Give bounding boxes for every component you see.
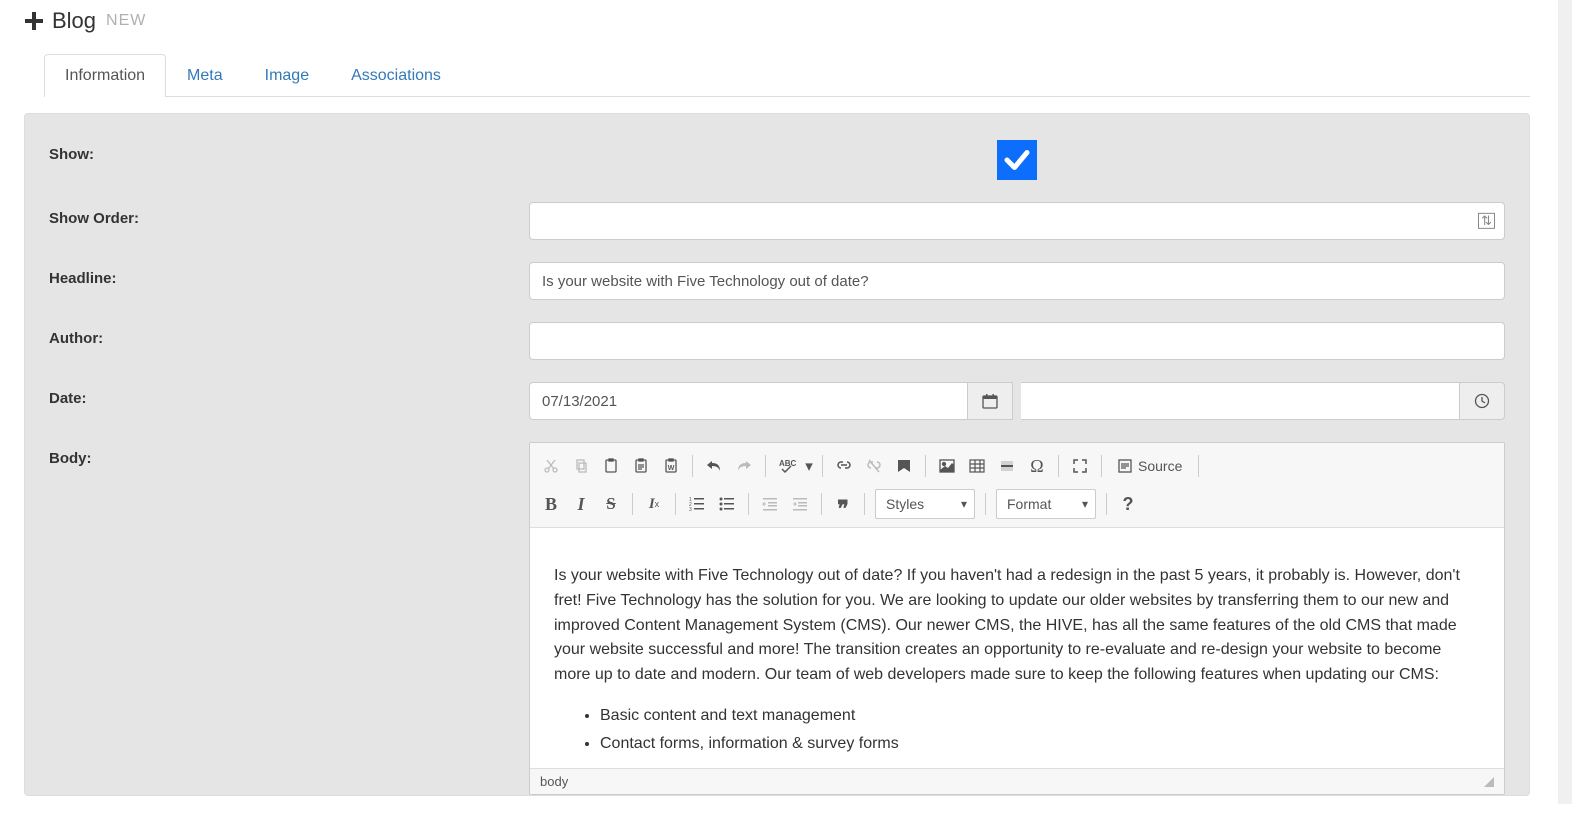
label-date: Date: (49, 382, 529, 407)
outdent-icon[interactable] (755, 489, 785, 519)
separator (925, 455, 926, 477)
undo-icon[interactable] (699, 451, 729, 481)
label-headline: Headline: (49, 262, 529, 287)
source-button[interactable]: Source (1108, 451, 1192, 481)
resize-handle-icon[interactable] (1484, 777, 1494, 787)
anchor-icon[interactable] (889, 451, 919, 481)
blockquote-icon[interactable]: ❞ (828, 489, 858, 519)
headline-input[interactable] (529, 262, 1505, 300)
separator (864, 493, 865, 515)
author-input[interactable] (529, 322, 1505, 360)
maximize-icon[interactable] (1065, 451, 1095, 481)
tab-information[interactable]: Information (44, 54, 166, 97)
paste-icon[interactable] (596, 451, 626, 481)
list-item: Contact forms, information & survey form… (600, 732, 1480, 757)
separator (1198, 455, 1199, 477)
tabs: Information Meta Image Associations (44, 54, 1530, 97)
paste-word-icon[interactable]: W (656, 451, 686, 481)
page-title: Blog (52, 8, 96, 34)
page-badge: NEW (106, 12, 146, 30)
body-paragraph: Is your website with Five Technology out… (554, 564, 1480, 688)
tab-meta[interactable]: Meta (166, 54, 244, 97)
editor-body[interactable]: Is your website with Five Technology out… (530, 528, 1504, 768)
label-author: Author: (49, 322, 529, 347)
styles-select[interactable]: Styles (875, 489, 975, 519)
separator (1101, 455, 1102, 477)
separator (1058, 455, 1059, 477)
separator (748, 493, 749, 515)
cut-icon[interactable] (536, 451, 566, 481)
tab-image[interactable]: Image (244, 54, 330, 97)
format-select[interactable]: Format (996, 489, 1096, 519)
calendar-icon[interactable] (967, 382, 1013, 420)
show-order-input[interactable] (529, 202, 1505, 240)
source-label: Source (1138, 458, 1182, 474)
italic-icon[interactable]: I (566, 489, 596, 519)
label-body: Body: (49, 442, 529, 467)
clock-icon[interactable] (1459, 382, 1505, 420)
unlink-icon[interactable] (859, 451, 889, 481)
date-input[interactable] (529, 382, 967, 420)
separator (1106, 493, 1107, 515)
page-scrollbar[interactable] (1558, 0, 1572, 804)
image-icon[interactable] (932, 451, 962, 481)
form-panel: Show: Show Order: ⇅ Headline: Author: (24, 113, 1530, 796)
indent-icon[interactable] (785, 489, 815, 519)
list-item: Basic content and text management (600, 704, 1480, 729)
bullet-list-icon[interactable] (712, 489, 742, 519)
spellcheck-icon[interactable]: ABC (772, 451, 802, 481)
editor-toolbar: W ABC ▾ (530, 443, 1504, 528)
separator (675, 493, 676, 515)
help-icon[interactable]: ? (1113, 489, 1143, 519)
strikethrough-icon[interactable]: S (596, 489, 626, 519)
label-show: Show: (49, 138, 529, 163)
paste-text-icon[interactable] (626, 451, 656, 481)
rich-text-editor: W ABC ▾ (529, 442, 1505, 795)
svg-text:W: W (668, 465, 675, 472)
bold-icon[interactable]: B (536, 489, 566, 519)
plus-icon (24, 11, 44, 31)
separator (985, 493, 986, 515)
editor-path: body (540, 774, 568, 789)
horizontal-line-icon[interactable] (992, 451, 1022, 481)
label-show-order: Show Order: (49, 202, 529, 227)
separator (821, 493, 822, 515)
time-input[interactable] (1021, 382, 1459, 420)
spellcheck-dropdown-icon[interactable]: ▾ (802, 451, 816, 481)
separator (692, 455, 693, 477)
separator (765, 455, 766, 477)
redo-icon[interactable] (729, 451, 759, 481)
special-char-icon[interactable]: Ω (1022, 451, 1052, 481)
svg-text:ABC: ABC (779, 459, 797, 468)
show-checkbox[interactable] (997, 140, 1037, 180)
numbered-list-icon[interactable]: 123 (682, 489, 712, 519)
sort-icon: ⇅ (1478, 213, 1495, 229)
remove-format-icon[interactable]: Ix (639, 489, 669, 519)
link-icon[interactable] (829, 451, 859, 481)
tab-associations[interactable]: Associations (330, 54, 462, 97)
table-icon[interactable] (962, 451, 992, 481)
svg-text:3: 3 (689, 507, 692, 512)
page-header: Blog NEW (24, 0, 1530, 54)
copy-icon[interactable] (566, 451, 596, 481)
separator (822, 455, 823, 477)
separator (632, 493, 633, 515)
